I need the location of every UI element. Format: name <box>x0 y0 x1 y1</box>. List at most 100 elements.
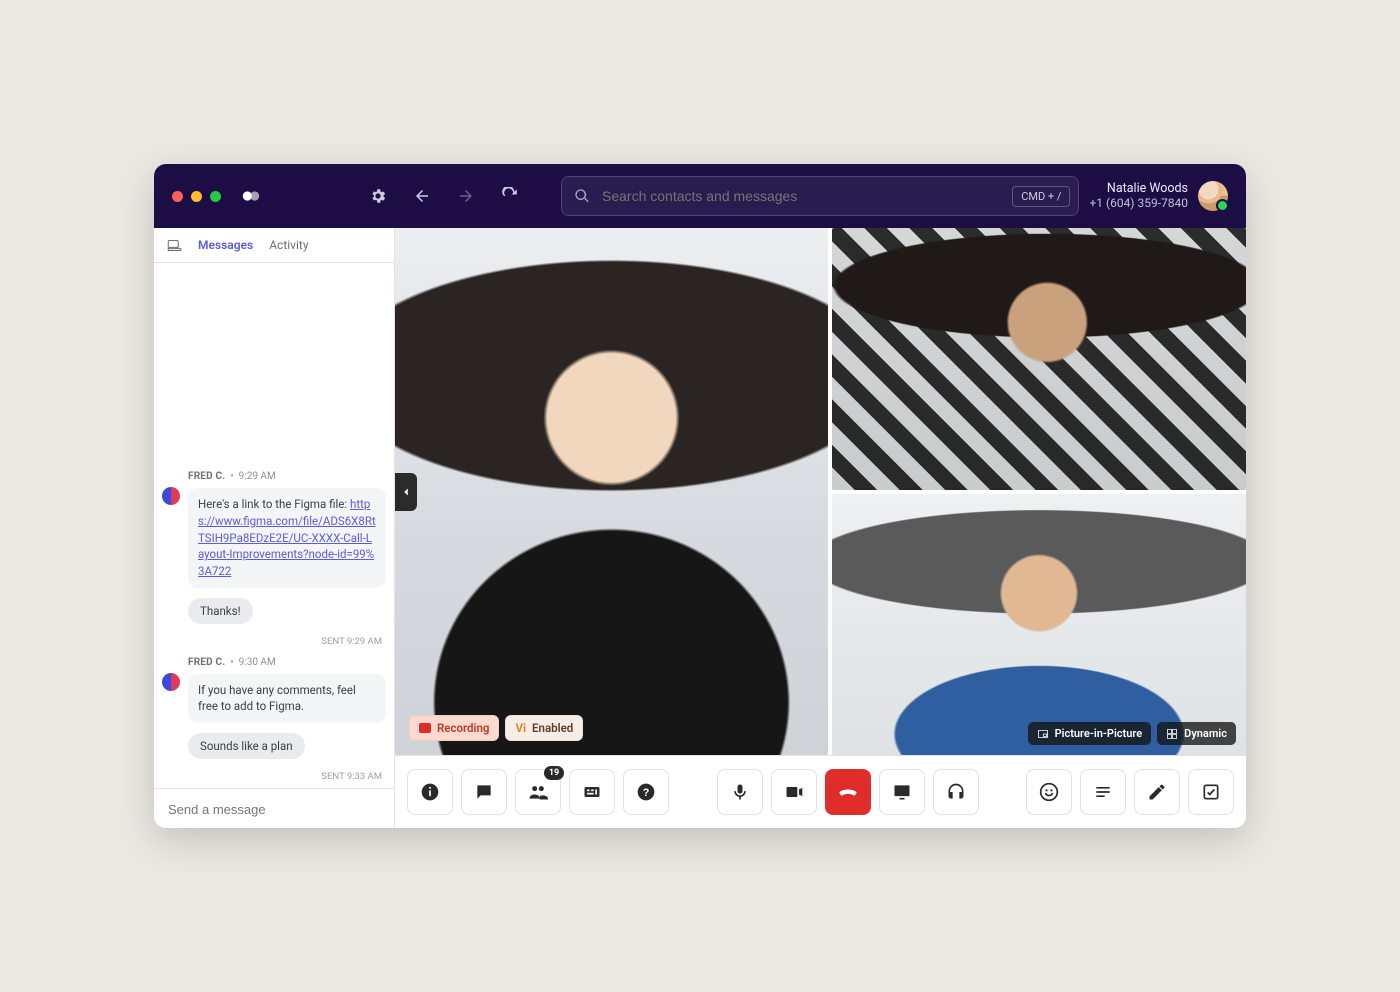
notes-button[interactable] <box>1080 769 1126 815</box>
layout-switcher: Picture-in-Picture Dynamic <box>1028 722 1236 745</box>
dialpad-icon <box>582 782 602 802</box>
arrow-right-icon <box>457 187 475 205</box>
chevron-left-icon <box>399 485 413 499</box>
sidebar-tabs: Messages Activity <box>154 228 394 263</box>
dialpad-button[interactable] <box>569 769 615 815</box>
sent-timestamp: SENT 9:33 AM <box>321 771 382 782</box>
app-body: Messages Activity FRED C. • 9:29 AM Here <box>154 228 1246 828</box>
share-screen-icon <box>892 782 912 802</box>
participants-button[interactable]: 19 <box>515 769 561 815</box>
message-item: FRED C. • 9:30 AM If you have any commen… <box>162 657 386 723</box>
video-tile-main[interactable]: Recording Vi Enabled <box>395 228 828 755</box>
sent-timestamp: SENT 9:29 AM <box>321 636 382 647</box>
presence-indicator <box>1216 199 1229 212</box>
people-icon <box>528 782 548 802</box>
search-input[interactable] <box>600 187 1002 205</box>
message-composer <box>154 788 394 828</box>
info-icon <box>420 782 440 802</box>
annotate-button[interactable] <box>1134 769 1180 815</box>
headset-icon <box>946 782 966 802</box>
sent-reply: Sounds like a plan <box>188 733 305 759</box>
current-user-avatar[interactable] <box>1198 181 1228 211</box>
current-user-phone: +1 (604) 359-7840 <box>1089 196 1188 211</box>
callbar-left-group: 19 ? <box>407 769 669 815</box>
checkbox-icon <box>1201 782 1221 802</box>
reactions-button[interactable] <box>1026 769 1072 815</box>
collapse-sidebar-handle[interactable] <box>395 473 417 511</box>
app-logo <box>237 182 265 210</box>
tab-activity[interactable]: Activity <box>269 236 308 254</box>
tasks-button[interactable] <box>1188 769 1234 815</box>
svg-text:?: ? <box>643 787 650 799</box>
sender-avatar <box>162 487 180 505</box>
hangup-icon <box>838 782 858 802</box>
microphone-icon <box>730 782 750 802</box>
search-shortcut-hint: CMD + / <box>1012 186 1070 207</box>
message-time: 9:29 AM <box>239 471 276 482</box>
help-button[interactable]: ? <box>623 769 669 815</box>
maximize-window-button[interactable] <box>210 191 221 202</box>
notes-icon <box>1093 782 1113 802</box>
message-time: 9:30 AM <box>239 657 276 668</box>
message-meta: FRED C. • 9:30 AM <box>188 657 386 668</box>
video-tile[interactable]: Picture-in-Picture Dynamic <box>832 494 1246 756</box>
settings-button[interactable] <box>361 179 395 213</box>
nav-forward-button[interactable] <box>449 179 483 213</box>
tab-messages[interactable]: Messages <box>198 236 253 254</box>
layout-dynamic-button[interactable]: Dynamic <box>1157 722 1236 745</box>
app-window: CMD + / Natalie Woods +1 (604) 359-7840 … <box>154 164 1246 828</box>
recording-pill[interactable]: Recording <box>409 715 499 741</box>
search-icon <box>574 188 590 204</box>
video-tile[interactable] <box>832 228 1246 490</box>
nav-back-button[interactable] <box>405 179 439 213</box>
conversation-sidebar: Messages Activity FRED C. • 9:29 AM Here <box>154 228 395 828</box>
audio-device-button[interactable] <box>933 769 979 815</box>
message-meta: FRED C. • 9:29 AM <box>188 471 386 482</box>
chat-button[interactable] <box>461 769 507 815</box>
callbar-center-group <box>717 769 979 815</box>
video-secondary-column: Picture-in-Picture Dynamic <box>832 228 1246 755</box>
arrow-left-icon <box>413 187 431 205</box>
record-icon <box>419 723 431 733</box>
window-controls <box>172 191 221 202</box>
voice-intel-pill[interactable]: Vi Enabled <box>505 715 583 741</box>
message-bubble: If you have any comments, feel free to a… <box>188 674 386 723</box>
sent-reply: Thanks! <box>188 598 253 624</box>
camera-toggle-button[interactable] <box>771 769 817 815</box>
chat-icon <box>474 782 494 802</box>
titlebar: CMD + / Natalie Woods +1 (604) 359-7840 <box>154 164 1246 228</box>
callbar-right-group <box>1026 769 1234 815</box>
mic-toggle-button[interactable] <box>717 769 763 815</box>
video-grid: Recording Vi Enabled <box>395 228 1246 755</box>
compose-input[interactable] <box>166 801 386 818</box>
layout-pip-button[interactable]: Picture-in-Picture <box>1028 722 1152 745</box>
global-search[interactable]: CMD + / <box>561 176 1079 216</box>
smile-icon <box>1039 782 1059 802</box>
end-call-button[interactable] <box>825 769 871 815</box>
camera-icon <box>784 782 804 802</box>
call-controls-bar: 19 ? <box>395 755 1246 828</box>
call-info-button[interactable] <box>407 769 453 815</box>
participant-video <box>832 494 1246 756</box>
pip-icon <box>1037 728 1049 740</box>
message-bubble: Here's a link to the Figma file: https:/… <box>188 488 386 587</box>
participants-count-badge: 19 <box>544 766 564 780</box>
sender-avatar <box>162 673 180 691</box>
pencil-icon <box>1147 782 1167 802</box>
call-status-pills: Recording Vi Enabled <box>409 715 583 741</box>
message-item: FRED C. • 9:29 AM Here's a link to the F… <box>162 471 386 587</box>
video-area: Recording Vi Enabled <box>395 228 1246 828</box>
help-icon: ? <box>636 782 656 802</box>
message-thread: FRED C. • 9:29 AM Here's a link to the F… <box>154 263 394 788</box>
close-window-button[interactable] <box>172 191 183 202</box>
refresh-button[interactable] <box>493 179 527 213</box>
participant-video <box>832 228 1246 490</box>
participant-video <box>395 228 828 755</box>
gear-icon <box>369 187 387 205</box>
minimize-window-button[interactable] <box>191 191 202 202</box>
inbox-icon[interactable] <box>166 237 182 253</box>
share-screen-button[interactable] <box>879 769 925 815</box>
refresh-icon <box>501 187 519 205</box>
current-user-name: Natalie Woods <box>1089 181 1188 197</box>
current-user[interactable]: Natalie Woods +1 (604) 359-7840 <box>1089 181 1228 212</box>
